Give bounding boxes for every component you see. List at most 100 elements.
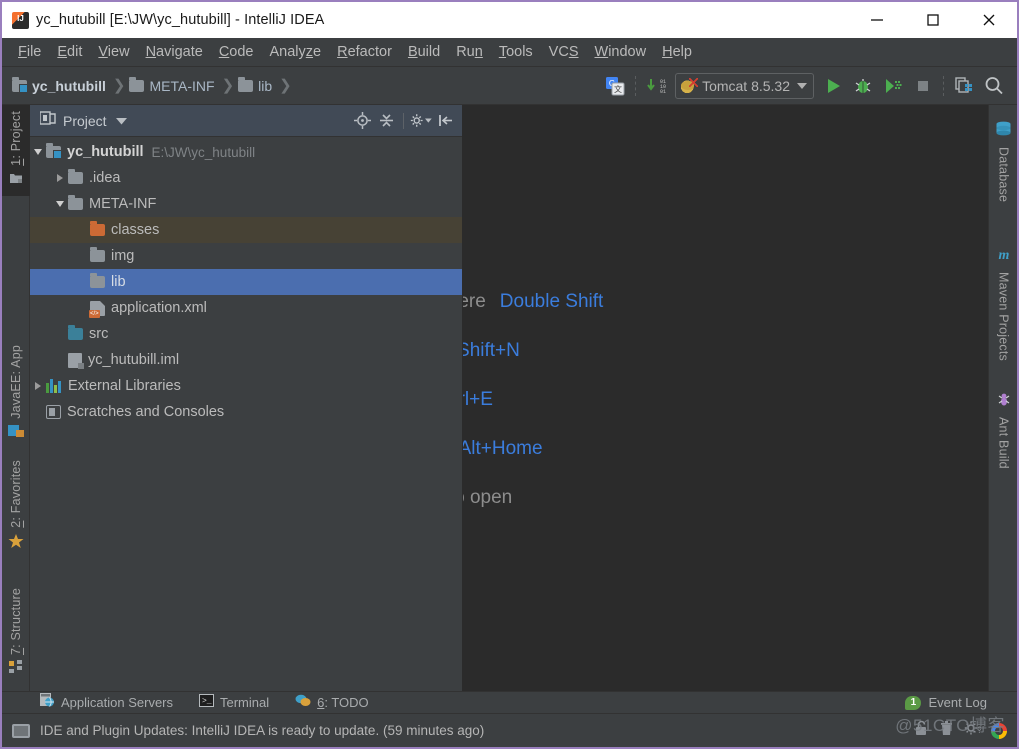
bottom-item-application-servers[interactable]: Application Servers [40, 693, 173, 712]
collapse-all-icon[interactable] [375, 110, 397, 132]
folder-icon [68, 169, 83, 184]
google-translate-icon[interactable]: G 文 [600, 71, 630, 101]
panel-divider [403, 112, 404, 129]
update-download-icon[interactable]: 01 10 01 [641, 71, 671, 101]
editor-area[interactable]: Search Everywhere Double Shift Go to Fil… [463, 105, 988, 691]
sidebar-item-javaee-app[interactable]: JavaEE: App [2, 339, 30, 449]
menu-navigate[interactable]: Navigate [138, 42, 211, 62]
breadcrumb-item-metainf[interactable]: META-INF [129, 76, 215, 94]
tree-row-idea[interactable]: .idea [30, 165, 462, 191]
folder-icon [129, 76, 145, 92]
chevron-right-icon[interactable] [52, 174, 68, 182]
tree-row-lib[interactable]: lib [30, 269, 462, 295]
trash-icon[interactable] [939, 720, 954, 741]
breadcrumb-item-lib[interactable]: lib [238, 76, 272, 94]
event-log-label: Event Log [928, 695, 987, 710]
sidebar-item-favorites[interactable]: 2: Favorites [2, 454, 30, 560]
tree-row-meta-inf[interactable]: META-INF [30, 191, 462, 217]
tree-row-project-root[interactable]: yc_hutubill E:\JW\yc_hutubill [30, 139, 462, 165]
sidebar-item-database-label: Database [996, 147, 1011, 203]
hint-shortcut-label: Ctrl+Shift+N [463, 339, 520, 361]
project-view-dropdown[interactable] [115, 112, 127, 130]
bottom-item-todo-label: 6: TODO [317, 695, 369, 710]
background-tasks-icon[interactable]: ? [964, 720, 982, 741]
menu-analyze[interactable]: Analyze [262, 42, 330, 62]
menu-code[interactable]: Code [211, 42, 262, 62]
tree-row-application-xml[interactable]: application.xml [30, 295, 462, 321]
module-folder-icon [46, 143, 62, 159]
menu-edit[interactable]: Edit [49, 42, 90, 62]
search-everywhere-button[interactable] [979, 71, 1009, 101]
source-folder-icon [68, 325, 83, 340]
menu-vcs[interactable]: VCS [541, 42, 587, 62]
breadcrumb-separator-icon: ❯ [279, 77, 292, 94]
tree-row-scratches[interactable]: Scratches and Consoles [30, 399, 462, 425]
left-tool-strip: 1: Project JavaEE: App 2: Favorites 7: S… [2, 105, 30, 691]
chevron-down-icon[interactable] [52, 201, 68, 207]
tree-row-external-libraries[interactable]: External Libraries [30, 373, 462, 399]
chevron-down-icon[interactable] [30, 149, 46, 155]
locate-file-icon[interactable] [351, 110, 373, 132]
run-configuration-label: Tomcat 8.5.32 [702, 77, 790, 94]
breadcrumb-item-project[interactable]: yc_hutubill [12, 76, 106, 94]
run-with-coverage-button[interactable] [878, 71, 908, 101]
minimize-button[interactable] [849, 2, 905, 38]
menu-tools[interactable]: Tools [491, 42, 541, 62]
hint-action-label: Drop files here to open [463, 486, 513, 508]
sidebar-item-ant-label: Ant Build [996, 417, 1011, 469]
bottom-item-todo[interactable]: 6: TODO [295, 694, 369, 712]
maximize-button[interactable] [905, 2, 961, 38]
menu-file[interactable]: File [10, 42, 49, 62]
sidebar-item-structure[interactable]: 7: Structure [2, 582, 30, 685]
menu-view[interactable]: View [90, 42, 137, 62]
menu-refactor[interactable]: Refactor [329, 42, 400, 62]
database-icon [995, 121, 1012, 142]
iml-file-icon [68, 352, 84, 369]
settings-gear-icon[interactable] [410, 110, 432, 132]
menu-bar: File Edit View Navigate Code Analyze Ref… [2, 38, 1017, 67]
chevron-down-icon [797, 82, 807, 89]
hint-drop-files: Drop files here to open [463, 473, 920, 522]
project-structure-button[interactable] [949, 71, 979, 101]
bottom-tool-strip: Application Servers >_ Terminal 6: TODO … [2, 691, 1017, 713]
google-icon[interactable] [991, 722, 1007, 739]
bottom-item-terminal[interactable]: >_ Terminal [199, 693, 269, 712]
sidebar-item-project[interactable]: 1: Project [2, 105, 30, 196]
sidebar-item-database[interactable]: Database [989, 113, 1017, 210]
breadcrumb-label: yc_hutubill [32, 77, 106, 94]
tree-row-classes[interactable]: classes [30, 217, 462, 243]
tree-row-iml[interactable]: yc_hutubill.iml [30, 347, 462, 373]
stop-button[interactable] [908, 71, 938, 101]
editor-hints: Search Everywhere Double Shift Go to Fil… [463, 277, 920, 522]
sidebar-item-ant-build[interactable]: Ant Build [989, 383, 1017, 477]
excluded-folder-icon [90, 221, 105, 236]
sidebar-item-project-label: 1: Project [9, 111, 23, 166]
toolbar-actions: G 文 01 10 01 Tomcat 8.5.32 [600, 71, 1017, 101]
menu-build[interactable]: Build [400, 42, 448, 62]
menu-help[interactable]: Help [654, 42, 700, 62]
tree-row-label: .idea [89, 170, 121, 186]
close-button[interactable] [961, 2, 1017, 38]
tree-row-label: Scratches and Consoles [67, 404, 225, 420]
run-button[interactable] [818, 71, 848, 101]
tree-row-img[interactable]: img [30, 243, 462, 269]
libraries-icon [46, 379, 62, 393]
javaee-app-icon [8, 424, 24, 443]
hint-shortcut-label: Double Shift [499, 290, 604, 312]
debug-button[interactable] [848, 71, 878, 101]
hint-navigation-bar: Navigation Bar Alt+Home [463, 424, 920, 473]
intellij-idea-icon [12, 11, 29, 29]
chevron-right-icon[interactable] [30, 382, 46, 390]
hide-panel-icon[interactable] [434, 110, 456, 132]
menu-run[interactable]: Run [448, 42, 491, 62]
tree-row-src[interactable]: src [30, 321, 462, 347]
run-configuration-selector[interactable]: Tomcat 8.5.32 [675, 72, 814, 99]
folder-icon [68, 195, 83, 210]
svg-text:?: ? [977, 725, 981, 735]
project-tree[interactable]: yc_hutubill E:\JW\yc_hutubill .idea META… [30, 137, 462, 691]
lock-icon[interactable] [914, 720, 929, 741]
event-log-button[interactable]: 1 Event Log [905, 695, 1017, 710]
sidebar-item-maven-projects[interactable]: m Maven Projects [989, 238, 1017, 369]
menu-window[interactable]: Window [587, 42, 655, 62]
toolbar-divider [943, 75, 944, 96]
